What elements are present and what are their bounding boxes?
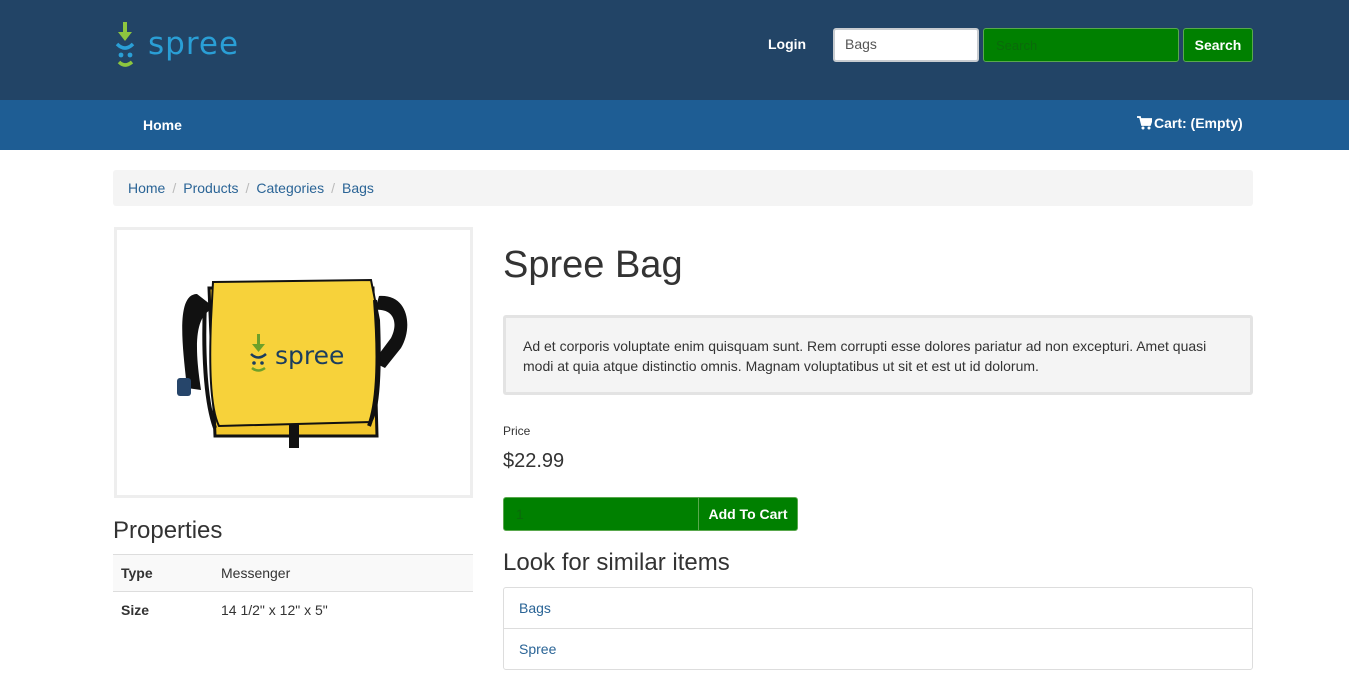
properties-table: Type Messenger Size 14 1/2" x 12" x 5" xyxy=(113,554,473,629)
nav-home-link[interactable]: Home xyxy=(143,117,182,133)
quantity-input[interactable] xyxy=(503,497,699,531)
similar-item-bags[interactable]: Bags xyxy=(504,588,1252,629)
breadcrumb-bags[interactable]: Bags xyxy=(342,180,374,196)
product-image[interactable]: spree xyxy=(114,227,473,498)
breadcrumb-separator: / xyxy=(331,180,335,196)
logo-text: spree xyxy=(148,26,240,62)
bag-logo-text: spree xyxy=(275,341,344,370)
similar-items-heading: Look for similar items xyxy=(503,549,730,576)
breadcrumb-products[interactable]: Products xyxy=(183,180,238,196)
product-title: Spree Bag xyxy=(503,244,683,286)
messenger-bag-image: spree xyxy=(177,278,408,448)
property-key: Size xyxy=(113,591,213,629)
search-input[interactable] xyxy=(983,28,1179,62)
spree-logo-icon xyxy=(115,22,135,67)
spree-logo[interactable]: spree xyxy=(114,22,238,70)
table-row: Size 14 1/2" x 12" x 5" xyxy=(113,591,473,629)
similar-item-spree[interactable]: Spree xyxy=(504,629,1252,669)
similar-items-list: Bags Spree xyxy=(503,587,1253,670)
table-row: Type Messenger xyxy=(113,554,473,592)
breadcrumb-separator: / xyxy=(172,180,177,196)
properties-heading: Properties xyxy=(113,517,223,544)
breadcrumb: Home / Products / Categories / Bags xyxy=(113,170,1253,206)
search-button[interactable]: Search xyxy=(1183,28,1253,62)
breadcrumb-categories[interactable]: Categories xyxy=(256,180,324,196)
breadcrumb-separator: / xyxy=(245,180,250,196)
product-price: $22.99 xyxy=(503,450,565,472)
add-to-cart-button[interactable]: Add To Cart xyxy=(698,497,798,531)
product-description: Ad et corporis voluptate enim quisquam s… xyxy=(503,315,1253,395)
main-nav: Home Cart: (Empty) xyxy=(0,100,1349,150)
price-label: Price xyxy=(503,424,531,438)
cart-label: Cart: (Empty) xyxy=(1154,115,1243,131)
taxon-select[interactable]: Bags xyxy=(833,28,979,62)
property-key: Type xyxy=(113,554,213,592)
login-link[interactable]: Login xyxy=(768,36,806,52)
property-value: 14 1/2" x 12" x 5" xyxy=(213,591,473,629)
header: spree Login Bags Search xyxy=(0,0,1349,100)
property-value: Messenger xyxy=(213,554,473,592)
shopping-cart-icon xyxy=(1137,116,1154,130)
breadcrumb-home[interactable]: Home xyxy=(128,180,165,196)
cart-link[interactable]: Cart: (Empty) xyxy=(1137,115,1243,131)
